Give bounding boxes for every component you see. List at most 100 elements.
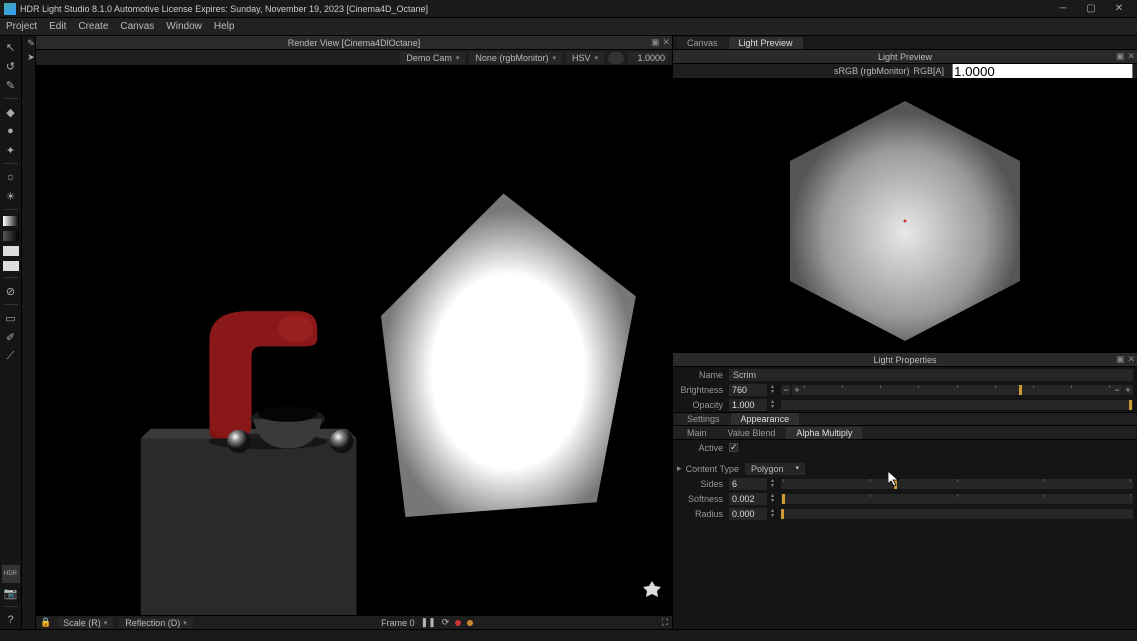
app-icon bbox=[4, 3, 16, 15]
active-checkbox[interactable] bbox=[729, 443, 738, 452]
panel-close-icon[interactable]: ✕ bbox=[662, 37, 670, 48]
render-toolbar: Demo Cam None (rgbMonitor) HSV bbox=[36, 50, 672, 66]
radius-spinner[interactable]: ▴▾ bbox=[771, 509, 779, 519]
tool-camera-icon[interactable]: 📷 bbox=[2, 584, 20, 602]
sides-slider[interactable] bbox=[781, 479, 1133, 489]
window-title: HDR Light Studio 8.1.0 Automotive Licens… bbox=[20, 4, 1049, 14]
right-panel-tabs: Canvas Light Preview bbox=[673, 36, 1137, 50]
preview-undock-icon[interactable]: ▣ bbox=[1116, 51, 1125, 62]
scale-dropdown[interactable]: Scale (R) bbox=[57, 618, 113, 628]
opacity-spinner[interactable]: ▴▾ bbox=[771, 400, 779, 410]
prop-softness-row: Softness 0.002 ▴▾ bbox=[673, 491, 1137, 506]
tool-dropper-icon[interactable]: ⟋ bbox=[2, 347, 20, 365]
tool-swatch2-icon[interactable] bbox=[3, 261, 19, 271]
sides-spinner[interactable]: ▴▾ bbox=[771, 479, 779, 489]
monitor-dropdown[interactable]: None (rgbMonitor) bbox=[469, 52, 562, 64]
tool-gradient2-icon[interactable] bbox=[3, 231, 19, 241]
tool-sphere-icon[interactable]: ● bbox=[2, 122, 20, 140]
reflection-dropdown[interactable]: Reflection (D) bbox=[119, 618, 193, 628]
content-type-dropdown[interactable]: Polygon▾ bbox=[745, 463, 805, 475]
active-label: Active bbox=[677, 443, 729, 453]
footer-lock-icon[interactable]: 🔒 bbox=[40, 617, 51, 628]
brightness-minus2[interactable]: − bbox=[1112, 385, 1122, 395]
radius-label: Radius bbox=[677, 509, 729, 519]
prop-radius-row: Radius 0.000 ▴▾ bbox=[673, 506, 1137, 521]
tool-move-icon[interactable]: ↖ bbox=[2, 38, 20, 56]
preview-toolbar: sRGB (rgbMonitor) RGB[A] bbox=[673, 64, 1137, 78]
softness-input[interactable]: 0.002 bbox=[729, 493, 767, 505]
menu-canvas[interactable]: Canvas bbox=[120, 21, 154, 32]
content-expand-icon[interactable]: ▸ bbox=[677, 463, 685, 474]
preview-viewport[interactable] bbox=[673, 78, 1137, 353]
tool-rotate-icon[interactable]: ↺ bbox=[2, 57, 20, 75]
maximize-button[interactable]: ▢ bbox=[1077, 2, 1105, 16]
menu-window[interactable]: Window bbox=[166, 21, 202, 32]
prop-opacity-row: Opacity 1.000 ▴▾ bbox=[673, 397, 1137, 412]
menu-edit[interactable]: Edit bbox=[49, 21, 66, 32]
menu-help[interactable]: Help bbox=[214, 21, 235, 32]
tool-brush-icon[interactable]: ✎ bbox=[2, 76, 20, 94]
preview-cs1-dropdown[interactable]: sRGB (rgbMonitor) bbox=[834, 66, 910, 76]
colorspace-dropdown[interactable]: HSV bbox=[566, 52, 604, 64]
camera-dropdown[interactable]: Demo Cam bbox=[400, 52, 465, 64]
tool-swatch1-icon[interactable] bbox=[3, 246, 19, 256]
preview-cs2-dropdown[interactable]: RGB[A] bbox=[913, 66, 944, 76]
subtab-alpha-multiply[interactable]: Alpha Multiply bbox=[786, 427, 862, 439]
exposure-eye-icon[interactable] bbox=[608, 52, 624, 64]
tool-edit-icon[interactable]: ✐ bbox=[2, 328, 20, 346]
tool-hdr-button[interactable]: HDR bbox=[2, 565, 20, 583]
tab-light-preview[interactable]: Light Preview bbox=[729, 37, 803, 49]
tool-gradient1-icon[interactable] bbox=[3, 216, 19, 226]
menubar: Project Edit Create Canvas Window Help bbox=[0, 18, 1137, 36]
tool-help-icon[interactable]: ? bbox=[2, 611, 20, 629]
softness-slider[interactable] bbox=[781, 494, 1133, 504]
exposure-input[interactable] bbox=[628, 52, 668, 64]
brightness-slider[interactable] bbox=[802, 385, 1112, 395]
status-dot-orange bbox=[467, 620, 473, 626]
tool-crop-icon[interactable]: ▭ bbox=[2, 309, 20, 327]
brightness-spinner[interactable]: ▴▾ bbox=[771, 385, 779, 395]
refresh-icon[interactable]: ⟳ bbox=[442, 617, 450, 628]
name-input[interactable]: Scrim bbox=[729, 369, 1133, 381]
tab-settings[interactable]: Settings bbox=[677, 413, 730, 425]
close-button[interactable]: ✕ bbox=[1105, 2, 1133, 16]
pause-icon[interactable]: ❚❚ bbox=[421, 617, 436, 628]
light-properties-header: Light Properties ▣ ✕ bbox=[673, 353, 1137, 367]
opacity-label: Opacity bbox=[677, 400, 729, 410]
radius-input[interactable]: 0.000 bbox=[729, 508, 767, 520]
radius-slider[interactable] bbox=[781, 509, 1133, 519]
menu-create[interactable]: Create bbox=[78, 21, 108, 32]
props-undock-icon[interactable]: ▣ bbox=[1116, 354, 1125, 365]
menu-project[interactable]: Project bbox=[6, 21, 37, 32]
tab-appearance[interactable]: Appearance bbox=[731, 413, 800, 425]
tool-light2-icon[interactable]: ☀ bbox=[2, 187, 20, 205]
render-view-title: Render View [Cinema4DlOctane] bbox=[288, 38, 420, 48]
sides-input[interactable]: 6 bbox=[729, 478, 767, 490]
brightness-minus[interactable]: − bbox=[781, 385, 791, 395]
subtab-value-blend[interactable]: Value Blend bbox=[718, 427, 786, 439]
brightness-input[interactable]: 760 bbox=[729, 384, 767, 396]
minimize-button[interactable]: ─ bbox=[1049, 2, 1077, 16]
sides-label: Sides bbox=[677, 479, 729, 489]
tool-cancel-icon[interactable]: ⊘ bbox=[2, 282, 20, 300]
statusbar bbox=[0, 629, 1137, 641]
opacity-slider[interactable] bbox=[781, 400, 1133, 410]
brightness-label: Brightness bbox=[677, 385, 729, 395]
brightness-plus2[interactable]: + bbox=[1123, 385, 1133, 395]
prop-brightness-row: Brightness 760 ▴▾ −+ −+ bbox=[673, 382, 1137, 397]
tool-star-icon[interactable]: ✦ bbox=[2, 141, 20, 159]
softness-spinner[interactable]: ▴▾ bbox=[771, 494, 779, 504]
fullscreen-icon[interactable]: ⛶ bbox=[662, 617, 668, 628]
light-preview-header: Light Preview ▣ ✕ bbox=[673, 50, 1137, 64]
tool-box-icon[interactable]: ◆ bbox=[2, 103, 20, 121]
tool-light1-icon[interactable]: ☼ bbox=[2, 168, 20, 186]
render-viewport[interactable] bbox=[36, 66, 672, 615]
opacity-input[interactable]: 1.000 bbox=[729, 399, 767, 411]
panel-undock-icon[interactable]: ▣ bbox=[651, 37, 660, 48]
props-close-icon[interactable]: ✕ bbox=[1127, 354, 1135, 365]
preview-close-icon[interactable]: ✕ bbox=[1127, 51, 1135, 62]
light-properties-title: Light Properties bbox=[873, 355, 936, 365]
tab-canvas[interactable]: Canvas bbox=[677, 37, 728, 49]
subtab-main[interactable]: Main bbox=[677, 427, 717, 439]
brightness-plus[interactable]: + bbox=[792, 385, 802, 395]
